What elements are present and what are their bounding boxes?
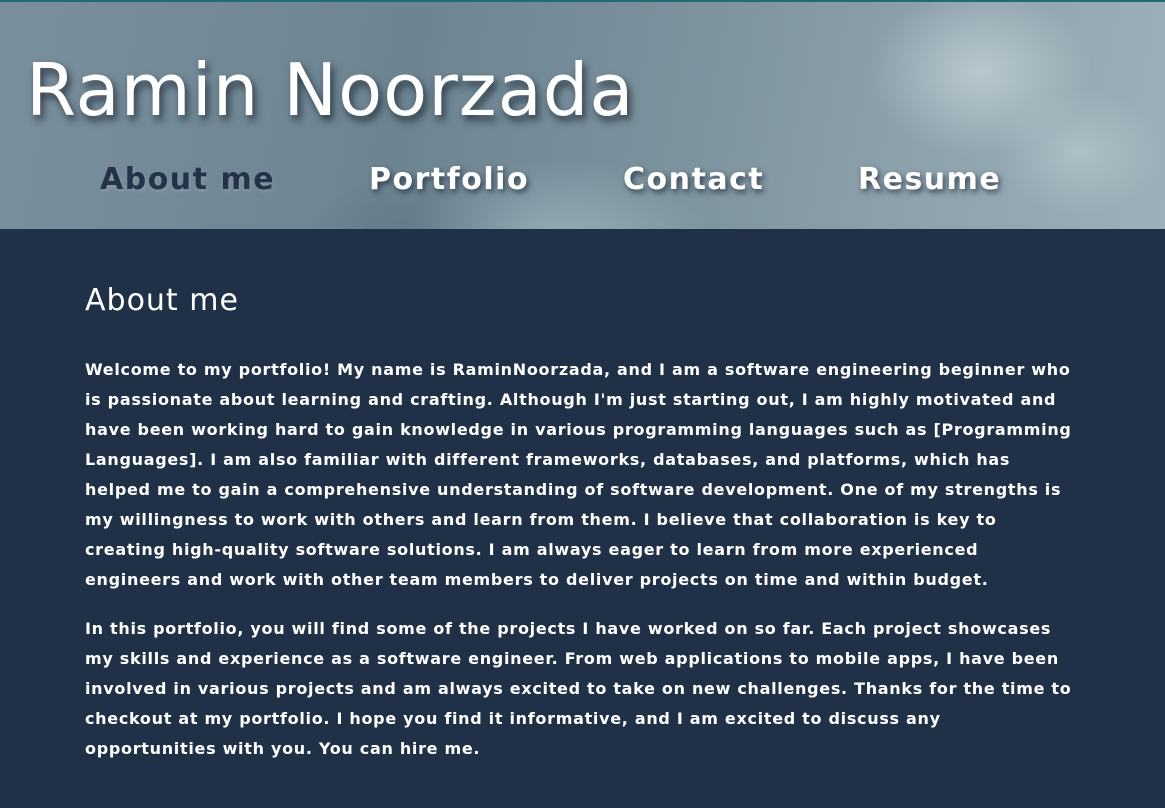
nav-item-portfolio[interactable]: Portfolio: [369, 160, 529, 200]
section-title: About me: [85, 283, 239, 318]
site-title: Ramin Noorzada: [26, 48, 635, 132]
about-paragraph-intro: Welcome to my portfolio! My name is Rami…: [85, 360, 1072, 589]
nav-item-contact[interactable]: Contact: [623, 160, 764, 200]
nav-item-about-me[interactable]: About me: [100, 160, 275, 200]
main-nav: About me Portfolio Contact Resume: [0, 160, 1165, 200]
site-header: Ramin Noorzada About me Portfolio Contac…: [0, 0, 1165, 229]
about-paragraph-portfolio: In this portfolio, you will find some of…: [85, 619, 1072, 758]
about-section: About me Welcome to my portfolio! My nam…: [85, 229, 1085, 764]
nav-item-resume[interactable]: Resume: [858, 160, 1001, 200]
